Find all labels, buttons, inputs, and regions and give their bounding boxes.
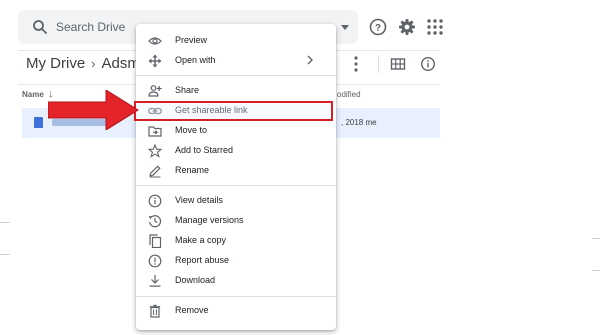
- search-options-icon[interactable]: [340, 22, 350, 32]
- toolbar-divider: [378, 55, 379, 73]
- file-modified-date: , 2018 me: [341, 118, 377, 127]
- menu-item-label: Download: [175, 275, 216, 285]
- download-icon: [149, 275, 161, 287]
- menu-item-label: Remove: [175, 305, 209, 315]
- person-add-icon: [148, 85, 162, 97]
- column-header-modified[interactable]: odified: [337, 90, 361, 99]
- document-icon: [34, 117, 43, 128]
- grid-view-icon[interactable]: [390, 56, 406, 72]
- trash-icon: [149, 304, 161, 318]
- menu-item-label: Share: [175, 85, 200, 95]
- menu-item-manage-versions[interactable]: Manage versions: [136, 211, 336, 231]
- menu-item-label: Make a copy: [175, 235, 227, 245]
- left-edge-line: [0, 254, 10, 255]
- menu-item-rename[interactable]: Rename: [136, 161, 336, 181]
- chevron-right-icon: [307, 55, 313, 65]
- menu-item-report-abuse[interactable]: Report abuse: [136, 251, 336, 271]
- menu-item-preview[interactable]: Preview: [136, 31, 336, 51]
- menu-item-add-to-starred[interactable]: Add to Starred: [136, 141, 336, 161]
- menu-item-remove[interactable]: Remove: [136, 301, 336, 321]
- right-edge-line: [592, 270, 600, 271]
- pencil-icon: [149, 165, 161, 178]
- settings-icon[interactable]: [397, 17, 417, 37]
- more-vert-icon[interactable]: [352, 54, 360, 74]
- menu-item-move-to[interactable]: Move to: [136, 121, 336, 141]
- menu-item-label: Add to Starred: [175, 145, 234, 155]
- chevron-right-icon: ›: [91, 56, 96, 71]
- menu-item-share[interactable]: Share: [136, 81, 336, 101]
- context-menu: Preview Open with Share Get shareable li…: [136, 24, 336, 330]
- eye-icon: [148, 37, 162, 45]
- menu-item-label: Report abuse: [175, 255, 230, 265]
- left-edge-line: [0, 222, 10, 223]
- menu-item-label: Manage versions: [175, 215, 244, 225]
- history-icon: [148, 215, 162, 228]
- menu-divider: [136, 75, 336, 76]
- folder-move-icon: [148, 126, 162, 137]
- breadcrumb-my-drive[interactable]: My Drive: [26, 55, 85, 72]
- apps-grid-icon[interactable]: [425, 17, 445, 37]
- menu-item-label: Open with: [175, 55, 216, 65]
- star-icon: [148, 144, 162, 158]
- highlight-box: [134, 101, 333, 121]
- menu-item-view-details[interactable]: View details: [136, 191, 336, 211]
- search-icon[interactable]: [32, 19, 48, 35]
- search-input[interactable]: Search Drive: [56, 20, 125, 34]
- menu-item-label: View details: [175, 195, 223, 205]
- menu-divider: [136, 185, 336, 186]
- right-edge-line: [592, 238, 600, 239]
- copy-icon: [149, 234, 162, 248]
- menu-divider: [136, 296, 336, 297]
- column-header-name[interactable]: Name: [22, 90, 44, 99]
- svg-text:?: ?: [375, 23, 381, 34]
- alert-icon: [148, 254, 162, 268]
- menu-item-label: Preview: [175, 35, 208, 45]
- info-icon[interactable]: [420, 56, 436, 72]
- menu-item-label: Move to: [175, 125, 208, 135]
- info-icon: [148, 194, 162, 208]
- move-arrows-icon: [148, 54, 162, 68]
- help-icon[interactable]: ?: [368, 17, 388, 37]
- red-arrow-annotation: [48, 90, 139, 130]
- menu-item-download[interactable]: Download: [136, 271, 336, 291]
- menu-item-label: Rename: [175, 165, 210, 175]
- menu-item-open-with[interactable]: Open with: [136, 51, 336, 71]
- menu-item-make-a-copy[interactable]: Make a copy: [136, 231, 336, 251]
